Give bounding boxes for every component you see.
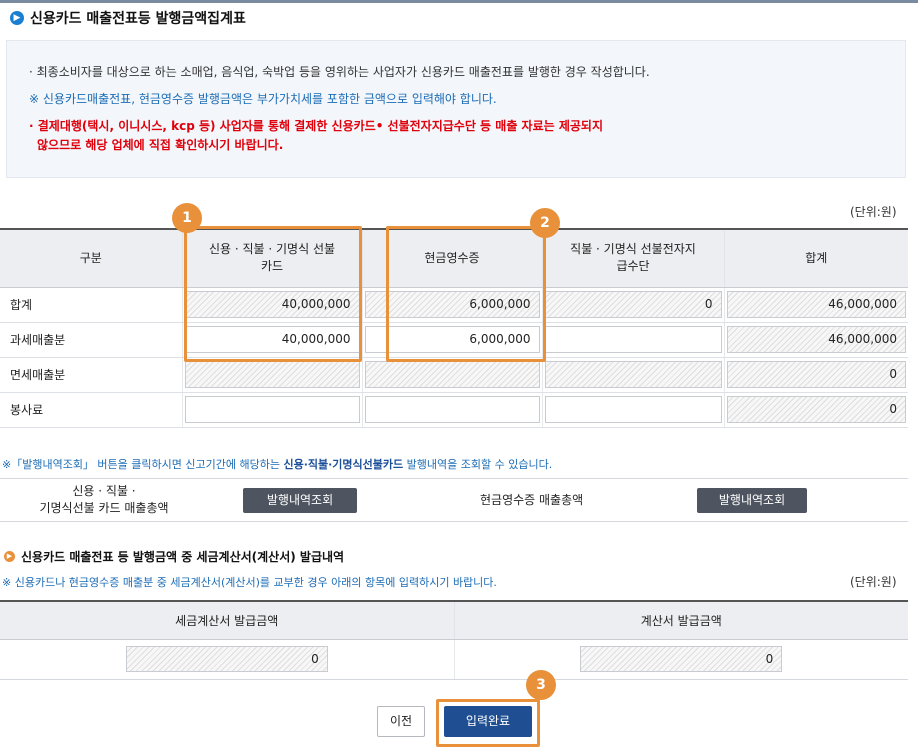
col-header-category: 구분 (0, 228, 182, 288)
tax-table-row: 0 0 (0, 639, 908, 680)
lookup-hint: ※「발행내역조회」 버튼을 클릭하시면 신고기간에 해당하는 신용·직불·기명식… (2, 458, 553, 471)
tax-section-title-row: ▶ 신용카드 매출전표 등 발행금액 중 세금계산서(계산서) 발급내역 (4, 548, 344, 565)
arrow-circle-icon: ▶ (10, 11, 24, 25)
notice-line-2: ※ 신용카드매출전표, 현금영수증 발행금액은 부가가치세를 포함한 금액으로 … (29, 92, 497, 106)
cash-receipt-total-label: 현금영수증 매출총액 (480, 493, 584, 507)
table-row-exempt: 면세매출분 0 (0, 357, 908, 393)
service-fee-prepaid-input[interactable] (544, 396, 722, 423)
notice-line-3b: 않으므로 해당 업체에 직접 확인하시기 바랍니다. (37, 138, 284, 152)
unit-label: (단위:원) (850, 205, 897, 219)
service-fee-card-input[interactable] (184, 396, 360, 423)
row-label: 합계 (0, 287, 182, 323)
issue-history-row: 신용 · 직불 · 기명식선불 카드 매출총액 발행내역조회 현금영수증 매출총… (0, 478, 908, 522)
notice-box: · 최종소비자를 대상으로 하는 소매업, 음식업, 숙박업 등을 영위하는 사… (6, 40, 906, 178)
tax-unit-label: (단위:원) (850, 575, 897, 589)
exempt-cash-receipt-amount (364, 361, 540, 388)
card-issue-lookup-button[interactable]: 발행내역조회 (243, 488, 357, 513)
col-header-tax-invoice: 세금계산서 발급금액 (0, 600, 454, 640)
service-fee-sum-amount: 0 (726, 396, 906, 423)
col-header-invoice: 계산서 발급금액 (453, 600, 908, 640)
step-badge-1: 1 (172, 203, 202, 233)
highlight-box-card (184, 226, 362, 362)
tax-section-hint: ※ 신용카드나 현금영수증 매출분 중 세금계산서(계산서)를 교부한 경우 아… (2, 576, 497, 589)
table-row-service-fee: 봉사료 0 (0, 392, 908, 428)
page-title-row: ▶ 신용카드 매출전표등 발행금액집계표 (10, 8, 246, 28)
invoice-amount: 0 (580, 646, 783, 672)
prev-button[interactable]: 이전 (377, 706, 425, 737)
page-title: 신용카드 매출전표등 발행금액집계표 (30, 11, 246, 27)
tax-table-header-row: 세금계산서 발급금액 계산서 발급금액 (0, 600, 908, 640)
tax-invoice-amount: 0 (125, 646, 328, 672)
taxable-prepaid-input[interactable] (544, 326, 722, 353)
highlight-box-submit (436, 699, 540, 747)
total-prepaid-amount: 0 (544, 291, 722, 318)
exempt-card-amount (184, 361, 360, 388)
row-label: 봉사료 (0, 392, 182, 428)
highlight-box-cash-receipt (386, 226, 546, 362)
notice-line-3a: · 결제대행(택시, 이니시스, kcp 등) 사업자를 통해 결제한 신용카드… (29, 119, 603, 133)
col-header-prepaid: 직불 · 기명식 선불전자지급수단 (541, 228, 724, 288)
step-badge-3: 3 (526, 670, 556, 700)
row-label: 과세매출분 (0, 322, 182, 358)
total-sum-amount: 46,000,000 (726, 291, 906, 318)
service-fee-cash-receipt-input[interactable] (364, 396, 540, 423)
notice-line-1: · 최종소비자를 대상으로 하는 소매업, 음식업, 숙박업 등을 영위하는 사… (29, 65, 650, 79)
step-badge-2: 2 (530, 208, 560, 238)
tax-invoice-table: 세금계산서 발급금액 계산서 발급금액 0 0 (0, 600, 908, 680)
card-sales-total-label: 신용 · 직불 · 기명식선불 카드 매출총액 (39, 484, 169, 515)
taxable-sum-amount: 46,000,000 (726, 326, 906, 353)
row-label: 면세매출분 (0, 357, 182, 393)
cash-receipt-issue-lookup-button[interactable]: 발행내역조회 (697, 488, 807, 513)
exempt-prepaid-amount (544, 361, 722, 388)
arrow-circle-icon: ▶ (4, 551, 15, 562)
top-border (0, 0, 918, 3)
col-header-total: 합계 (723, 228, 908, 288)
exempt-sum-amount: 0 (726, 361, 906, 388)
tax-section-title: 신용카드 매출전표 등 발행금액 중 세금계산서(계산서) 발급내역 (21, 550, 345, 564)
